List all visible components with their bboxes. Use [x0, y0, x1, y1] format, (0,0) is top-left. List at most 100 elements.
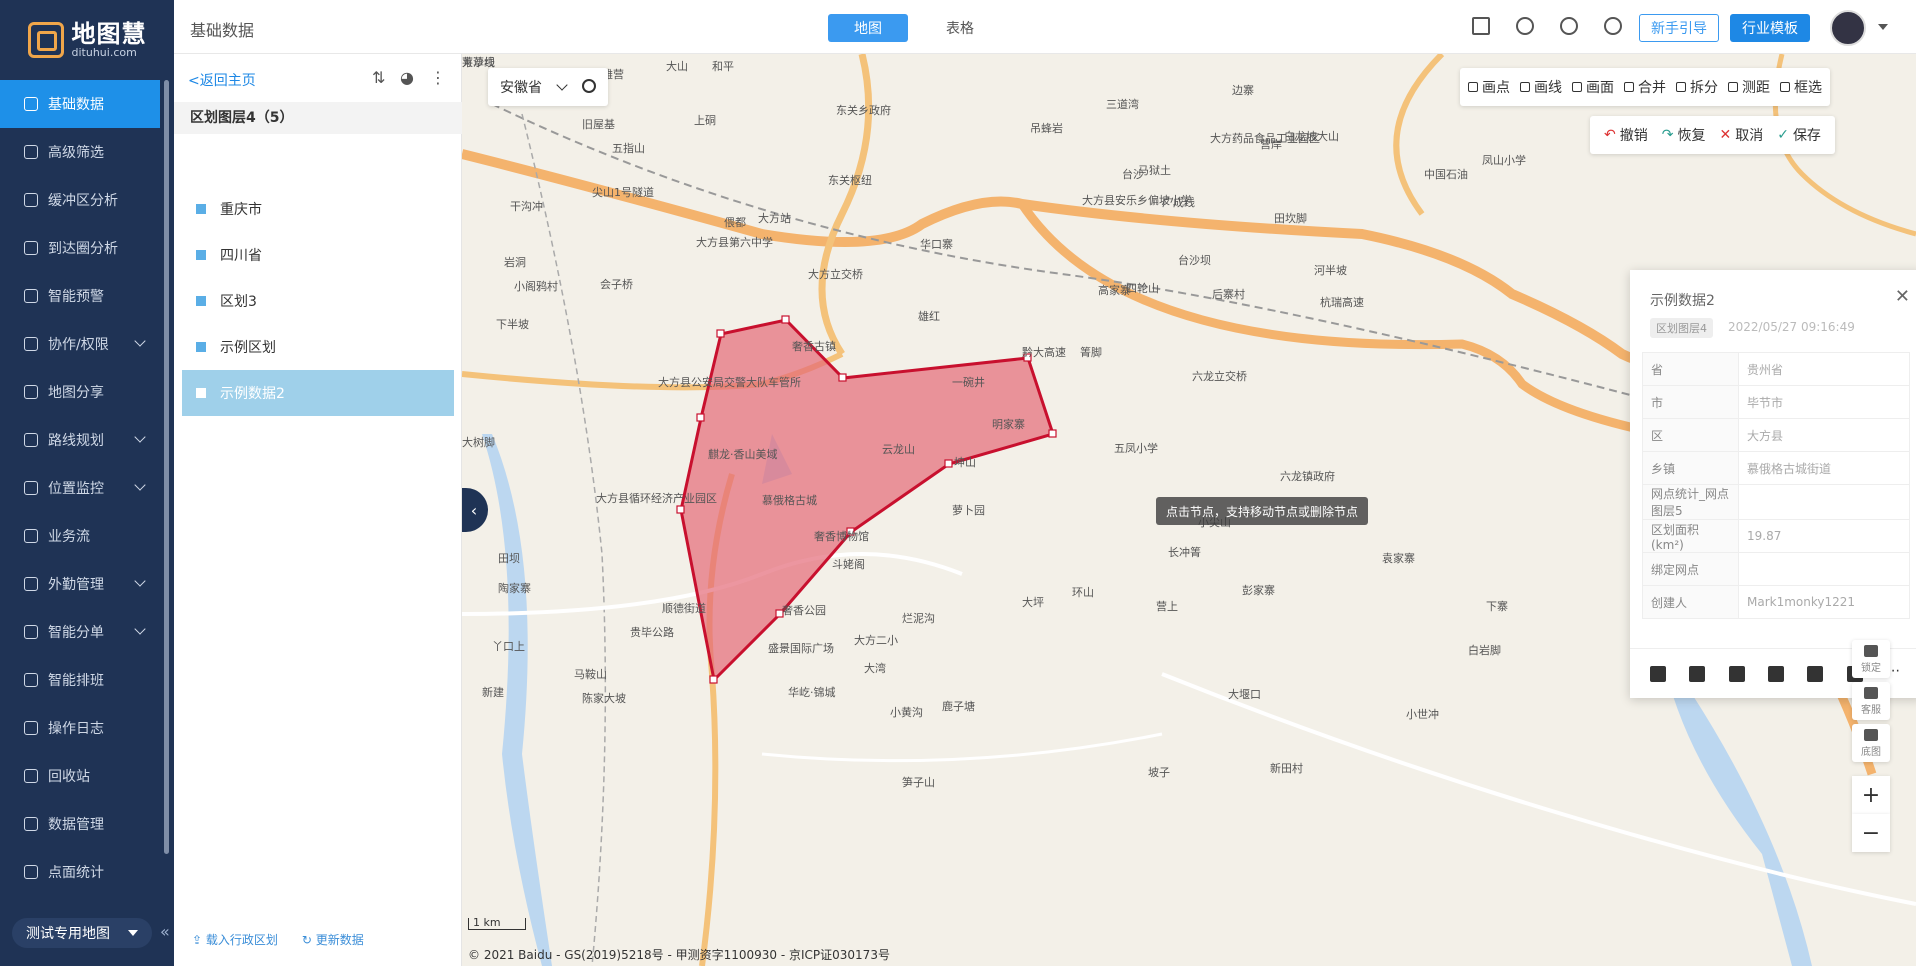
map-place-label[interactable]: 东关乡政府: [836, 102, 891, 118]
map-place-label[interactable]: 岩洞: [504, 254, 526, 270]
more-vertical-icon[interactable]: ⋮: [430, 68, 446, 87]
map-place-label[interactable]: 上硐: [694, 112, 716, 128]
map-place-label[interactable]: 和平: [712, 58, 734, 74]
map-place-label[interactable]: 杭瑞高速: [1320, 294, 1364, 310]
map-place-label[interactable]: 奢香公园: [782, 602, 826, 618]
sidebar-item-3[interactable]: 到达圈分析: [0, 224, 174, 272]
folder-icon[interactable]: [1807, 665, 1824, 682]
map-place-label[interactable]: 箐脚: [1080, 344, 1102, 360]
province-select[interactable]: 安徽省: [488, 68, 608, 106]
map-place-label[interactable]: 大湾: [864, 660, 886, 676]
update-data-button[interactable]: ↻ 更新数据: [302, 931, 364, 948]
sidebar-item-1[interactable]: 高级筛选: [0, 128, 174, 176]
undo-button[interactable]: ↶ 撤销: [1604, 125, 1648, 145]
map-place-label[interactable]: 下半坡: [496, 316, 529, 332]
sidebar-item-12[interactable]: 智能排班: [0, 656, 174, 704]
map-place-label[interactable]: 马鞍山: [574, 666, 607, 682]
map-place-label[interactable]: 明家寨: [992, 416, 1025, 432]
share-icon[interactable]: [1604, 17, 1622, 35]
guide-button[interactable]: 新手引导: [1639, 14, 1719, 42]
map-place-label[interactable]: 云龙山: [882, 441, 915, 457]
map-place-label[interactable]: 五指山: [612, 140, 645, 156]
map-place-label[interactable]: 奢香古镇: [792, 338, 836, 354]
sidebar-item-9[interactable]: 业务流: [0, 512, 174, 560]
avatar[interactable]: [1830, 10, 1866, 46]
sidebar-item-15[interactable]: 数据管理: [0, 800, 174, 848]
service-button[interactable]: 客服: [1852, 682, 1890, 720]
sidebar-item-2[interactable]: 缓冲区分析: [0, 176, 174, 224]
layer-item[interactable]: 重庆市: [182, 186, 454, 232]
map-select[interactable]: 测试专用地图: [12, 918, 152, 948]
layer-group-header[interactable]: 区划图层4（5）: [174, 102, 462, 134]
map-place-label[interactable]: 白龙坡大山: [1284, 128, 1339, 144]
map-place-label[interactable]: 凤山小学: [1482, 152, 1526, 168]
palette-icon[interactable]: ◕: [400, 68, 414, 87]
draw-tool-2[interactable]: 画面: [1572, 77, 1614, 97]
sidebar-item-13[interactable]: 操作日志: [0, 704, 174, 752]
map-place-label[interactable]: 大方县循环经济产业园区: [596, 490, 717, 506]
map-place-label[interactable]: 六龙镇政府: [1280, 468, 1335, 484]
draw-tool-6[interactable]: 框选: [1780, 77, 1822, 97]
tab-table[interactable]: 表格: [920, 14, 1000, 42]
sidebar-item-0[interactable]: 基础数据: [0, 80, 160, 128]
map-place-label[interactable]: 小世冲: [1406, 706, 1439, 722]
draw-tool-3[interactable]: 合并: [1624, 77, 1666, 97]
map-place-label[interactable]: 坡子: [1148, 764, 1170, 780]
delete-trash-icon[interactable]: [1728, 665, 1745, 682]
map-place-label[interactable]: 大山: [666, 58, 688, 74]
sidebar-scrollbar[interactable]: [164, 80, 169, 854]
map-place-label[interactable]: 六龙立交桥: [1192, 368, 1247, 384]
map-place-label[interactable]: 大坪: [1022, 594, 1044, 610]
map-place-label[interactable]: 尖山1号隧道: [592, 184, 654, 200]
map-place-label[interactable]: 五凤小学: [1114, 440, 1158, 456]
map-place-label[interactable]: 陶家寨: [498, 580, 531, 596]
map-place-label[interactable]: 河半坡: [1314, 262, 1347, 278]
map-place-label[interactable]: 后寨村: [1212, 286, 1245, 302]
layer-item[interactable]: 示例数据2: [182, 370, 454, 416]
map-place-label[interactable]: 萝卜园: [952, 502, 985, 518]
layer-item[interactable]: 示例区划: [182, 324, 454, 370]
map-place-label[interactable]: 新田村: [1270, 760, 1303, 776]
map-place-label[interactable]: 丫口上: [492, 638, 525, 654]
map-place-label[interactable]: 大堰口: [1228, 686, 1261, 702]
draw-tool-0[interactable]: 画点: [1468, 77, 1510, 97]
map-place-label[interactable]: 大方县公安局交警大队车管所: [658, 374, 801, 390]
save-button[interactable]: ✓ 保存: [1777, 125, 1821, 145]
map-place-label[interactable]: 田坎脚: [1274, 210, 1307, 226]
sidebar-item-4[interactable]: 智能预警: [0, 272, 174, 320]
map-place-label[interactable]: 彭家寨: [1242, 582, 1275, 598]
search-icon[interactable]: [582, 79, 596, 93]
map-canvas[interactable]: 大方立交桥 奢香古镇 大方县公安局交警大队车管所 云龙山 慕俄格古城 奢香博物馆 斗姥阁 奢香…: [462, 54, 1916, 966]
map-place-label[interactable]: 营岸: [1260, 136, 1282, 152]
draw-tool-1[interactable]: 画线: [1520, 77, 1562, 97]
sidebar-item-10[interactable]: 外勤管理: [0, 560, 174, 608]
map-place-label[interactable]: 陈家大坡: [582, 690, 626, 706]
map-place-label[interactable]: 小黄沟: [890, 704, 923, 720]
map-place-label[interactable]: 吊蜂岩: [1030, 120, 1063, 136]
map-place-label[interactable]: 斗姥阁: [832, 556, 865, 572]
map-place-label[interactable]: 会子桥: [600, 276, 633, 292]
map-place-label[interactable]: 盛景国际广场: [768, 640, 834, 656]
map-place-label[interactable]: 新建: [482, 684, 504, 700]
basemap-button[interactable]: 底图: [1852, 724, 1890, 762]
map-place-label[interactable]: 烂泥沟: [902, 610, 935, 626]
sidebar-item-7[interactable]: 路线规划: [0, 416, 174, 464]
map-place-label[interactable]: 偎都: [724, 214, 746, 230]
map-place-label[interactable]: 大方立交桥: [808, 266, 863, 282]
sidebar-item-11[interactable]: 智能分单: [0, 608, 174, 656]
collapse-sidebar-icon[interactable]: «: [160, 922, 170, 941]
map-place-label[interactable]: 雄红: [918, 308, 940, 324]
map-place-label[interactable]: 坤山: [954, 454, 976, 470]
map-place-label[interactable]: 下寨: [1486, 598, 1508, 614]
help-icon[interactable]: [1560, 17, 1578, 35]
map-place-label[interactable]: 广成线: [1162, 194, 1195, 210]
map-place-label[interactable]: 白岩脚: [1468, 642, 1501, 658]
zoom-out-button[interactable]: −: [1852, 814, 1890, 852]
map-place-label[interactable]: 小阁鸦村: [514, 278, 558, 294]
map-place-label[interactable]: 麒龙·香山美域: [708, 446, 778, 462]
tab-map[interactable]: 地图: [828, 14, 908, 42]
draw-tool-4[interactable]: 拆分: [1676, 77, 1718, 97]
sidebar-item-8[interactable]: 位置监控: [0, 464, 174, 512]
edit-pencil-icon[interactable]: [1689, 665, 1706, 682]
draw-tool-5[interactable]: 测距: [1728, 77, 1770, 97]
